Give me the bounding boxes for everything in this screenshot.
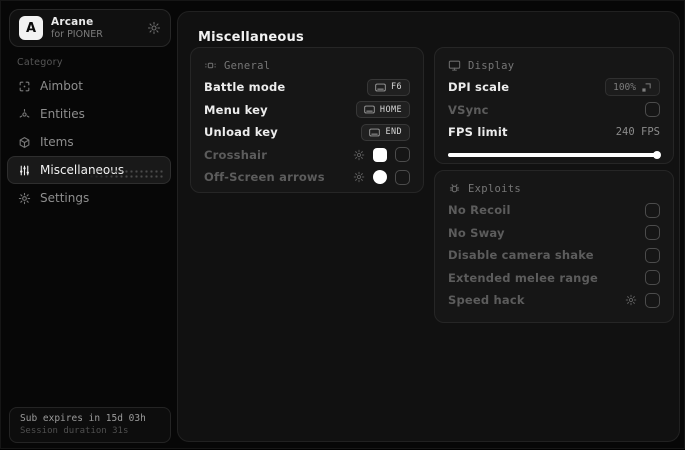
main-panel: Miscellaneous General Battle mode F6 Men… bbox=[177, 11, 680, 442]
setting-row-crosshair: Crosshair bbox=[204, 144, 410, 167]
sidebar-nav: Aimbot Entities Items Miscellaneous Sett… bbox=[1, 72, 177, 212]
app-header-card: A Arcane for PIONER bbox=[9, 9, 171, 47]
setting-row-speed-hack: Speed hack bbox=[448, 289, 660, 312]
crosshair-color-swatch[interactable] bbox=[373, 147, 387, 162]
card-title-exploits: Exploits bbox=[468, 182, 521, 195]
setting-label: No Recoil bbox=[448, 203, 511, 218]
setting-row-battle-mode: Battle mode F6 bbox=[204, 76, 410, 99]
sidebar: A Arcane for PIONER Category Aimbot Enti… bbox=[1, 1, 177, 450]
melee-range-checkbox[interactable] bbox=[645, 270, 660, 286]
sub-expiry-text: Sub expires in 15d 03h bbox=[20, 413, 146, 424]
keyboard-icon bbox=[369, 128, 381, 137]
sidebar-item-label: Entities bbox=[40, 107, 85, 121]
setting-row-fps-limit: FPS limit 240 FPS bbox=[448, 121, 660, 144]
setting-row-no-recoil: No Recoil bbox=[448, 199, 660, 222]
sidebar-item-items[interactable]: Items bbox=[7, 128, 171, 156]
header-gear-icon[interactable] bbox=[147, 21, 161, 35]
app-logo-letter: A bbox=[25, 20, 37, 36]
session-duration-text: Session duration 31s bbox=[20, 426, 129, 436]
app-logo: A bbox=[19, 16, 43, 40]
page-title: Miscellaneous bbox=[198, 30, 304, 45]
fps-slider-fill bbox=[448, 152, 660, 157]
app-window: A Arcane for PIONER Category Aimbot Enti… bbox=[0, 0, 685, 449]
sidebar-item-entities[interactable]: Entities bbox=[7, 100, 171, 128]
dpi-scale-badge[interactable]: 100% bbox=[605, 78, 660, 97]
sidebar-item-label: Settings bbox=[40, 191, 90, 205]
setting-label: FPS limit bbox=[448, 125, 508, 140]
vsync-checkbox[interactable] bbox=[645, 102, 660, 118]
offscreen-checkbox[interactable] bbox=[395, 169, 410, 185]
package-icon bbox=[18, 136, 31, 149]
crosshair-checkbox[interactable] bbox=[395, 147, 410, 163]
setting-label: Unload key bbox=[204, 125, 278, 140]
setting-label: Crosshair bbox=[204, 147, 268, 162]
camera-shake-checkbox[interactable] bbox=[645, 247, 660, 263]
setting-row-menu-key: Menu key HOME bbox=[204, 99, 410, 122]
card-display: Display DPI scale 100% VSync FPS limit 2… bbox=[434, 47, 674, 164]
setting-row-extended-melee-range: Extended melee range bbox=[448, 267, 660, 290]
scale-icon bbox=[641, 82, 652, 93]
setting-label: Menu key bbox=[204, 102, 268, 117]
no-recoil-checkbox[interactable] bbox=[645, 202, 660, 218]
gear-icon bbox=[18, 192, 31, 205]
setting-label: No Sway bbox=[448, 225, 505, 240]
setting-label: DPI scale bbox=[448, 80, 510, 95]
menu-key-keybind[interactable]: HOME bbox=[355, 101, 410, 119]
battle-mode-keybind[interactable]: F6 bbox=[366, 78, 410, 96]
sidebar-item-miscellaneous[interactable]: Miscellaneous bbox=[7, 156, 171, 184]
card-title-display: Display bbox=[468, 59, 515, 72]
fps-slider-knob[interactable] bbox=[653, 150, 661, 159]
setting-label: Off-Screen arrows bbox=[204, 170, 325, 185]
card-title-general: General bbox=[224, 59, 271, 72]
card-exploits: Exploits No Recoil No Sway Disable camer… bbox=[434, 170, 674, 323]
keyboard-icon bbox=[375, 83, 386, 92]
no-sway-checkbox[interactable] bbox=[645, 225, 660, 241]
sidebar-item-label: Miscellaneous bbox=[40, 163, 125, 177]
setting-label: Disable camera shake bbox=[448, 248, 594, 263]
scan-icon bbox=[18, 80, 31, 93]
setting-row-disable-camera-shake: Disable camera shake bbox=[448, 244, 660, 267]
app-subtitle: for PIONER bbox=[51, 28, 103, 40]
setting-label: Extended melee range bbox=[448, 270, 599, 285]
app-name: Arcane bbox=[51, 16, 94, 28]
setting-row-dpi-scale: DPI scale 100% bbox=[448, 76, 660, 99]
speed-hack-checkbox[interactable] bbox=[645, 292, 660, 308]
setting-label: VSync bbox=[448, 102, 489, 117]
keybind-value: END bbox=[385, 127, 402, 138]
sidebar-item-label: Items bbox=[40, 135, 74, 149]
offscreen-color-swatch[interactable] bbox=[373, 170, 387, 185]
sidebar-item-aimbot[interactable]: Aimbot bbox=[7, 72, 171, 100]
monitor-icon bbox=[448, 59, 461, 72]
setting-row-offscreen-arrows: Off-Screen arrows bbox=[204, 166, 410, 189]
subscription-card: Sub expires in 15d 03h Session duration … bbox=[9, 407, 171, 443]
setting-row-unload-key: Unload key END bbox=[204, 121, 410, 144]
card-general: General Battle mode F6 Menu key HOME Unl… bbox=[190, 47, 424, 193]
sidebar-item-label: Aimbot bbox=[40, 79, 83, 93]
dpi-scale-value: 100% bbox=[613, 81, 636, 93]
speed-hack-settings-icon[interactable] bbox=[625, 294, 637, 306]
unload-key-keybind[interactable]: END bbox=[361, 123, 410, 141]
setting-label: Speed hack bbox=[448, 293, 525, 308]
category-label: Category bbox=[17, 57, 63, 68]
fps-limit-slider[interactable] bbox=[448, 150, 661, 159]
offscreen-settings-icon[interactable] bbox=[353, 171, 365, 183]
sliders-icon bbox=[18, 164, 31, 177]
crosshair-settings-icon[interactable] bbox=[353, 149, 365, 161]
fps-limit-value: 240 FPS bbox=[615, 126, 660, 139]
setting-row-vsync: VSync bbox=[448, 99, 660, 122]
setting-label: Battle mode bbox=[204, 80, 286, 95]
bug-icon bbox=[448, 182, 461, 195]
keyboard-icon bbox=[364, 105, 375, 114]
keybind-value: F6 bbox=[390, 82, 402, 93]
general-icon bbox=[204, 59, 217, 72]
entities-icon bbox=[18, 108, 31, 121]
keybind-value: HOME bbox=[379, 104, 402, 115]
sidebar-item-settings[interactable]: Settings bbox=[7, 184, 171, 212]
setting-row-no-sway: No Sway bbox=[448, 222, 660, 245]
